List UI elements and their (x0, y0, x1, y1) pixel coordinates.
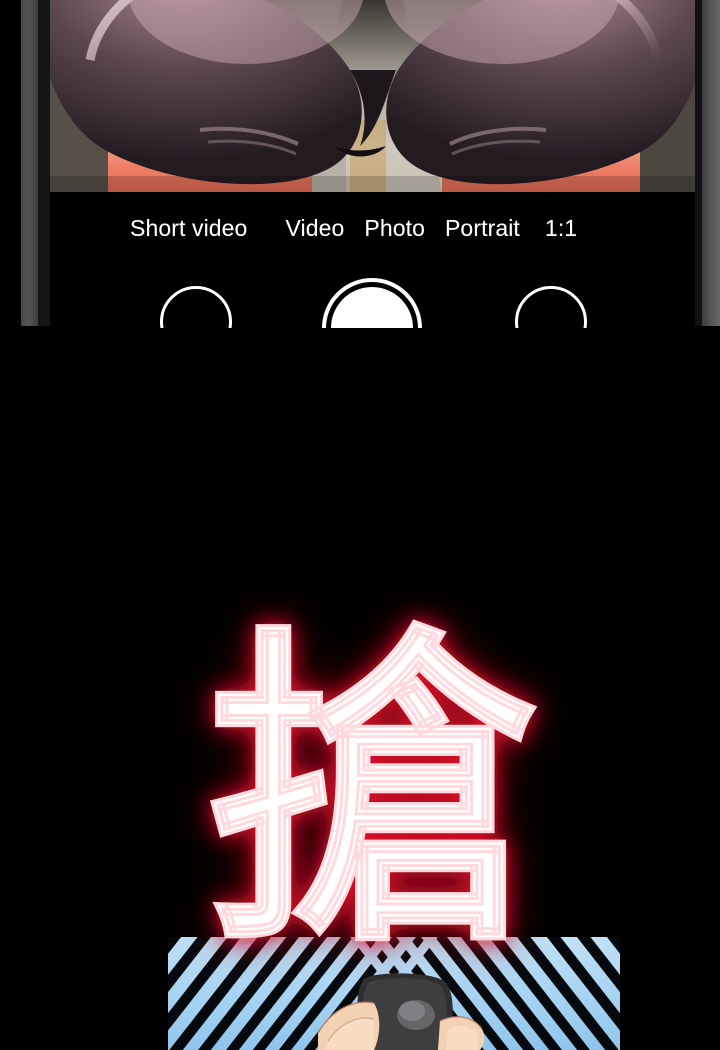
webtoon-page: Short video Video Photo Portrait 1:1 搶 (0, 0, 720, 1050)
camera-mode-list: Short video Video Photo Portrait 1:1 (50, 192, 695, 264)
phone-frame-right (702, 0, 720, 326)
panel-sfx: 搶 (0, 328, 720, 1050)
camera-mode-portrait[interactable]: Portrait (445, 216, 520, 240)
camera-control-row (50, 264, 695, 328)
camera-mode-video[interactable]: Video (285, 216, 344, 240)
camera-mode-short-video[interactable]: Short video (130, 216, 247, 240)
camera-mode-one-to-one[interactable]: 1:1 (545, 216, 577, 240)
camera-mode-strip[interactable]: Short video Video Photo Portrait 1:1 (50, 192, 695, 264)
panel-phone-screenshot: Short video Video Photo Portrait 1:1 (0, 0, 720, 328)
phone-frame-left (21, 0, 38, 326)
speed-line-burst-inset (168, 937, 620, 1050)
viewfinder-image (50, 0, 695, 192)
gallery-button[interactable] (160, 286, 232, 328)
camera-mode-photo[interactable]: Photo (364, 216, 425, 240)
sfx-kanji-text: 搶 (207, 602, 537, 986)
phone-screen: Short video Video Photo Portrait 1:1 (50, 0, 695, 328)
switch-camera-button[interactable] (515, 286, 587, 328)
camera-viewfinder[interactable] (50, 0, 695, 192)
speed-lines-image (168, 937, 620, 1050)
phone-bezel-left (38, 0, 50, 326)
